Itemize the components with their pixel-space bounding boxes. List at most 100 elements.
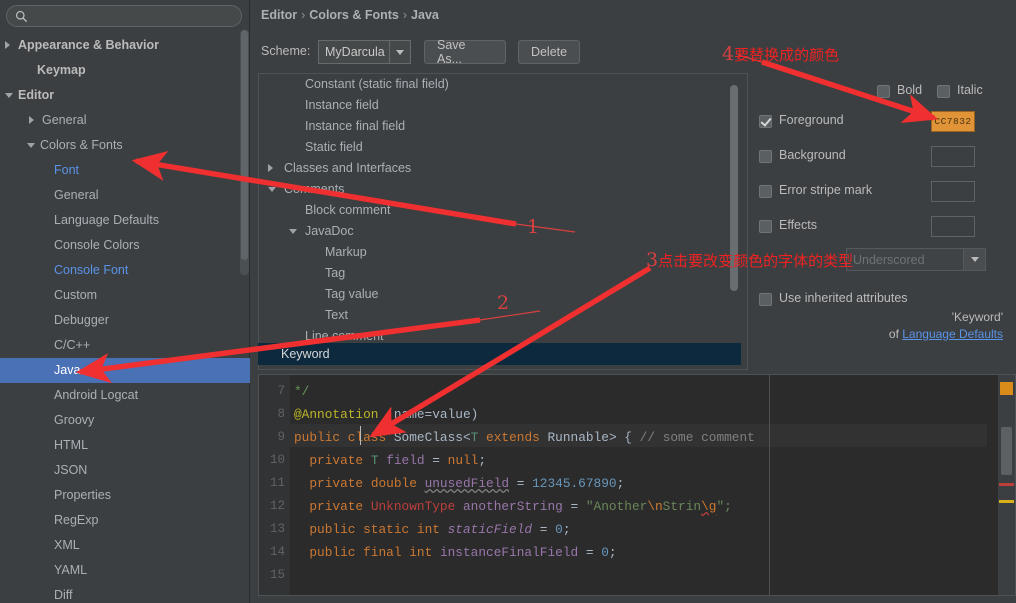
language-defaults-link[interactable]: Language Defaults (902, 327, 1003, 341)
breadcrumb-item-editor[interactable]: Editor (261, 8, 297, 22)
sidebar-item-debugger[interactable]: Debugger (0, 308, 250, 333)
code-line[interactable]: public class SomeClass<T extends Runnabl… (294, 426, 755, 449)
italic-checkbox[interactable] (937, 85, 950, 98)
marker-warning-stripe[interactable] (999, 500, 1014, 503)
code-line[interactable]: */ (294, 380, 309, 403)
effects-type-arrow[interactable] (963, 249, 985, 270)
sidebar-item-regexp[interactable]: RegExp (0, 508, 250, 533)
code-token: ; (478, 453, 487, 468)
delete-button[interactable]: Delete (518, 40, 580, 64)
marker-warning-square[interactable] (1000, 382, 1013, 395)
scheme-dropdown-arrow[interactable] (389, 41, 410, 63)
error-stripe-label: Error stripe mark (779, 183, 873, 197)
code-line[interactable] (294, 564, 302, 587)
sidebar-item-general[interactable]: General (0, 183, 250, 208)
attribute-item-keyword-selected[interactable]: Keyword (258, 343, 741, 365)
error-stripe-color-swatch[interactable] (931, 181, 975, 202)
sidebar-item-json[interactable]: JSON (0, 458, 250, 483)
sidebar-item-editor[interactable]: Editor (0, 83, 250, 108)
sidebar-item-console-colors[interactable]: Console Colors (0, 233, 250, 258)
background-color-swatch[interactable] (931, 146, 975, 167)
attribute-item-constant-static-final-field[interactable]: Constant (static final field) (259, 74, 747, 95)
code-preview[interactable]: 7 8 9 10 11 12 13 14 15 */ @Annotation (name=valu… (258, 374, 1016, 596)
sidebar-item-c-c[interactable]: C/C++ (0, 333, 250, 358)
search-input[interactable] (33, 8, 233, 25)
code-token: 0 (601, 545, 609, 560)
code-line[interactable]: public final int instanceFinalField = 0; (294, 541, 616, 564)
use-inherited-checkbox[interactable] (759, 293, 772, 306)
chevron-down-icon[interactable] (5, 93, 13, 98)
code-line[interactable]: private UnknownType anotherString = "Ano… (294, 495, 731, 518)
chevron-right-icon[interactable] (5, 41, 10, 49)
code-token: final (363, 545, 402, 560)
sidebar-item-yaml[interactable]: YAML (0, 558, 250, 583)
annotation-number-4: 4 (722, 43, 735, 65)
breadcrumb-separator: › (301, 8, 306, 22)
chevron-down-icon[interactable] (268, 187, 276, 192)
sidebar-item-groovy[interactable]: Groovy (0, 408, 250, 433)
scheme-dropdown[interactable]: MyDarcula (318, 40, 411, 64)
chevron-right-icon[interactable] (268, 164, 273, 172)
background-checkbox[interactable] (759, 150, 772, 163)
effects-type-dropdown[interactable]: Underscored (846, 248, 986, 271)
sidebar-item-appearance-behavior[interactable]: Appearance & Behavior (0, 33, 250, 58)
sidebar-item-html[interactable]: HTML (0, 433, 250, 458)
attribute-item-instance-final-field[interactable]: Instance final field (259, 116, 747, 137)
code-text-area[interactable]: */@Annotation (name=value) public class S… (290, 375, 1015, 595)
preview-scrollbar-thumb[interactable] (1001, 427, 1012, 475)
sidebar-item-colors-fonts[interactable]: Colors & Fonts (0, 133, 250, 158)
chevron-down-icon[interactable] (27, 143, 35, 148)
code-line[interactable]: private T field = null; (294, 449, 486, 472)
sidebar-item-keymap[interactable]: Keymap (0, 58, 250, 83)
code-token: class (347, 430, 387, 445)
code-line[interactable]: public static int staticField = 0; (294, 518, 570, 541)
sidebar-item-xml[interactable]: XML (0, 533, 250, 558)
attribute-item-javadoc[interactable]: JavaDoc (259, 221, 747, 242)
save-as-button[interactable]: Save As... (424, 38, 506, 66)
foreground-checkbox[interactable] (759, 115, 772, 128)
attribute-item-instance-field[interactable]: Instance field (259, 95, 747, 116)
line-number: 15 (269, 568, 285, 582)
foreground-color-swatch[interactable]: CC7832 (931, 111, 975, 132)
sidebar-item-language-defaults[interactable]: Language Defaults (0, 208, 250, 233)
effects-color-swatch[interactable] (931, 216, 975, 237)
sidebar-item-java[interactable]: Java (0, 358, 250, 383)
breadcrumb-item-java[interactable]: Java (411, 8, 439, 22)
sidebar-item-label: Custom (54, 288, 98, 302)
sidebar-tree[interactable]: Appearance & Behavior Keymap Editor General… (0, 33, 250, 603)
code-token: 0 (555, 522, 563, 537)
attribute-item-classes-and-interfaces[interactable]: Classes and Interfaces (259, 158, 747, 179)
sidebar-item-general[interactable]: General (0, 108, 250, 133)
search-box[interactable] (6, 5, 242, 27)
sidebar-item-diff[interactable]: Diff (0, 583, 250, 603)
chevron-right-icon[interactable] (29, 116, 34, 124)
attribute-item-comments[interactable]: Comments (259, 179, 747, 200)
color-attributes-tree[interactable]: Constant (static final field) Instance fi… (258, 73, 748, 370)
sidebar-item-label: General (54, 188, 99, 202)
sidebar-item-custom[interactable]: Custom (0, 283, 250, 308)
code-token: \g (701, 499, 717, 514)
chevron-down-icon[interactable] (289, 229, 297, 234)
code-token: public (309, 545, 356, 560)
bold-checkbox[interactable] (877, 85, 890, 98)
sidebar-item-font[interactable]: Font (0, 158, 250, 183)
sidebar-item-android-logcat[interactable]: Android Logcat (0, 383, 250, 408)
attribute-item-label: Instance final field (305, 119, 406, 133)
attribute-item-block-comment[interactable]: Block comment (259, 200, 747, 221)
annotation-text-3-body: 点击要改变颜色的字体的类型 (658, 252, 854, 270)
marker-error-stripe[interactable] (999, 483, 1014, 486)
code-line[interactable]: @Annotation (name=value) (294, 403, 478, 426)
code-line[interactable]: private double unusedField = 12345.67890… (294, 472, 624, 495)
error-stripe-checkbox[interactable] (759, 185, 772, 198)
effects-checkbox[interactable] (759, 220, 772, 233)
attribute-item-static-field[interactable]: Static field (259, 137, 747, 158)
sidebar-item-properties[interactable]: Properties (0, 483, 250, 508)
breadcrumb-item-colors-fonts[interactable]: Colors & Fonts (309, 8, 399, 22)
sidebar-item-label: Console Colors (54, 238, 140, 252)
sidebar-scrollbar-thumb[interactable] (241, 30, 248, 260)
sidebar-item-console-font[interactable]: Console Font (0, 258, 250, 283)
